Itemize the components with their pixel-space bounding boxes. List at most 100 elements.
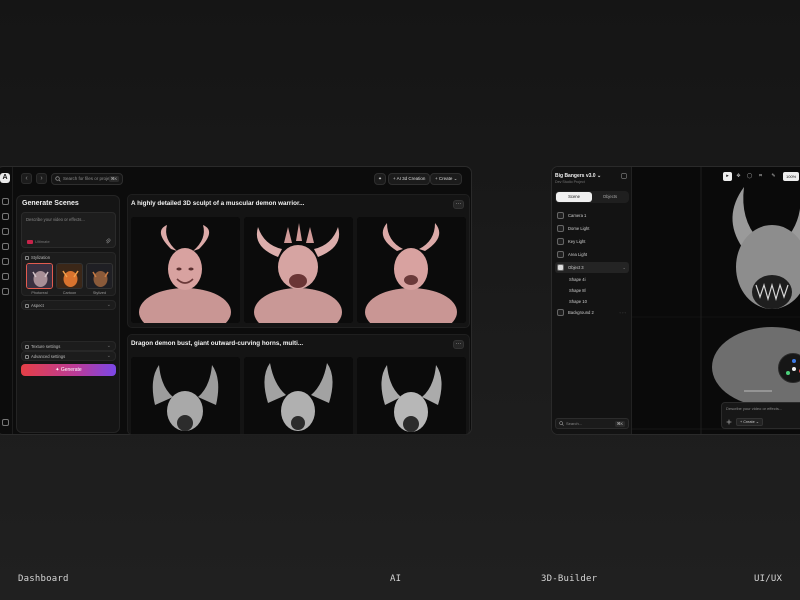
zoom-level[interactable]: 100% (783, 172, 800, 181)
sparkle-icon[interactable]: ✦ (374, 173, 386, 185)
flag-icon (27, 240, 33, 244)
layer-shape[interactable]: Shape 10 (555, 296, 629, 307)
layers-icon[interactable] (2, 273, 9, 280)
collapse-icon[interactable] (2, 419, 9, 426)
result-thumbnail[interactable] (131, 357, 240, 434)
prompt-input[interactable]: Describe your video or effects... Ultima… (21, 212, 116, 248)
orientation-gizmo[interactable] (778, 353, 800, 383)
style-label-photoreal: Photoreal (31, 291, 48, 295)
move-tool-icon[interactable]: ✥ (734, 172, 743, 181)
layer-label: Dome Light (568, 226, 590, 231)
result-thumbnail[interactable] (244, 217, 353, 323)
more-options-button[interactable]: ··· (453, 200, 464, 209)
ai-creation-label: AI 3d Creation (396, 176, 426, 181)
create-button[interactable]: + Create ⌄ (430, 173, 463, 185)
advanced-icon (25, 354, 29, 359)
users-icon[interactable] (2, 213, 9, 220)
3d-viewport[interactable]: ▸ ✥ ◯ ⌗ ✎ 100% Describe your video or ef… (632, 167, 800, 434)
project-title-text: Big Bangers v3.0 (555, 173, 596, 179)
comment-tool-icon[interactable]: ◯ (745, 172, 754, 181)
chevron-down-icon: ⌄ (106, 343, 111, 349)
sidebar-rail: A (0, 167, 13, 434)
scene-objects-toggle: Scene Objects (555, 191, 629, 203)
object-icon (557, 264, 564, 271)
crop-tool-icon[interactable]: ⌗ (756, 172, 765, 181)
result-thumbnail[interactable] (244, 357, 353, 434)
layer-key-light[interactable]: Key Light (555, 236, 629, 247)
aspect-icon (25, 303, 29, 308)
forward-icon[interactable]: › (36, 173, 47, 184)
layer-dome-light[interactable]: Dome Light (555, 223, 629, 234)
layer-label: Camera 1 (568, 213, 587, 218)
layer-label: Shape 10 (569, 299, 587, 304)
folder-icon[interactable] (2, 258, 9, 265)
caption-3d-builder: 3D-Builder (541, 574, 598, 584)
layer-object[interactable]: Object 3 ⌄ (555, 262, 629, 273)
top-bar: ‹ › Search for files or projects... ⌘K ✦… (13, 167, 471, 191)
stylization-section: Stylization Photoreal Cartoon Stylized (21, 252, 116, 296)
panel-toggle-icon[interactable] (621, 173, 627, 179)
layer-shape[interactable]: Shape 4i (555, 274, 629, 285)
library-icon[interactable] (2, 243, 9, 250)
layer-search-input[interactable]: Search... ⌘K (555, 418, 629, 429)
style-stylized[interactable] (86, 263, 113, 289)
advanced-section[interactable]: Advanced settings ⌄ (21, 351, 116, 361)
result-thumbnail[interactable] (357, 357, 466, 434)
select-tool-icon[interactable]: ▸ (723, 172, 732, 181)
layer-search-shortcut: ⌘K (614, 421, 625, 427)
caption-dashboard: Dashboard (18, 574, 69, 584)
add-icon[interactable] (726, 419, 732, 425)
style-label-cartoon: Cartoon (62, 291, 77, 295)
stylization-label: Stylization (31, 255, 51, 260)
texture-section[interactable]: Texture settings ⌄ (21, 341, 116, 351)
result-card: A highly detailed 3D sculpt of a muscula… (127, 194, 470, 328)
create-label: Create (438, 176, 453, 181)
layer-actions-icon[interactable]: ◦ ◦ ◦ (620, 307, 626, 318)
layer-area-light[interactable]: Area Light (555, 249, 629, 260)
light-icon (557, 225, 564, 232)
app-logo[interactable]: A (0, 173, 10, 183)
viewport-prompt-input[interactable]: Describe your video or effects... + Crea… (721, 402, 800, 429)
project-title[interactable]: Big Bangers v3.0 ⌄ (555, 173, 601, 179)
chevron-down-icon: ⌄ (622, 265, 626, 270)
layer-camera[interactable]: Camera 1 (555, 210, 629, 221)
home-icon[interactable] (2, 198, 9, 205)
settings-icon[interactable] (2, 288, 9, 295)
prompt-chip[interactable]: Ultimate (35, 239, 50, 244)
texture-icon (25, 344, 29, 349)
search-shortcut: ⌘K (108, 176, 119, 182)
grid-icon[interactable] (2, 228, 9, 235)
style-cartoon[interactable] (56, 263, 83, 289)
camera-icon (557, 212, 564, 219)
result-thumbnail[interactable] (357, 217, 466, 323)
result-card: Dragon demon bust, giant outward-curving… (127, 334, 470, 435)
ai-creation-button[interactable]: + AI 3d Creation (388, 173, 431, 185)
layer-label: Area Light (568, 252, 588, 257)
layer-label: Background 2 (568, 310, 594, 315)
scene-panel: Big Bangers v3.0 ⌄ Dev Studio Project Sc… (552, 167, 632, 434)
tab-objects[interactable]: Objects (592, 192, 628, 202)
caption-ai: AI (390, 574, 402, 584)
generate-button[interactable]: ✦ Generate (21, 364, 116, 376)
result-thumbnail[interactable] (131, 217, 240, 323)
back-icon[interactable]: ‹ (21, 173, 32, 184)
caption-uiux: UI/UX (754, 574, 783, 584)
more-options-button[interactable]: ··· (453, 340, 464, 349)
layer-background[interactable]: Background 2 ◦ ◦ ◦ (555, 307, 629, 318)
search-input[interactable]: Search for files or projects... ⌘K (51, 173, 123, 185)
layer-search-placeholder: Search... (566, 421, 583, 426)
layer-shape[interactable]: Shape 8l (555, 285, 629, 296)
generate-label: Generate (60, 367, 82, 373)
brush-tool-icon[interactable]: ✎ (769, 172, 778, 181)
background-icon (557, 309, 564, 316)
viewport-create-button[interactable]: + Create ⌄ (736, 418, 763, 426)
aspect-section[interactable]: Aspect ⌄ (21, 300, 116, 310)
search-icon (55, 176, 61, 182)
light-icon (557, 238, 564, 245)
attach-icon[interactable] (105, 238, 111, 244)
layer-label: Key Light (568, 239, 586, 244)
style-photoreal[interactable] (26, 263, 53, 289)
stylization-icon (25, 256, 29, 260)
tab-scene[interactable]: Scene (556, 192, 592, 202)
layer-label: Shape 8l (569, 288, 586, 293)
